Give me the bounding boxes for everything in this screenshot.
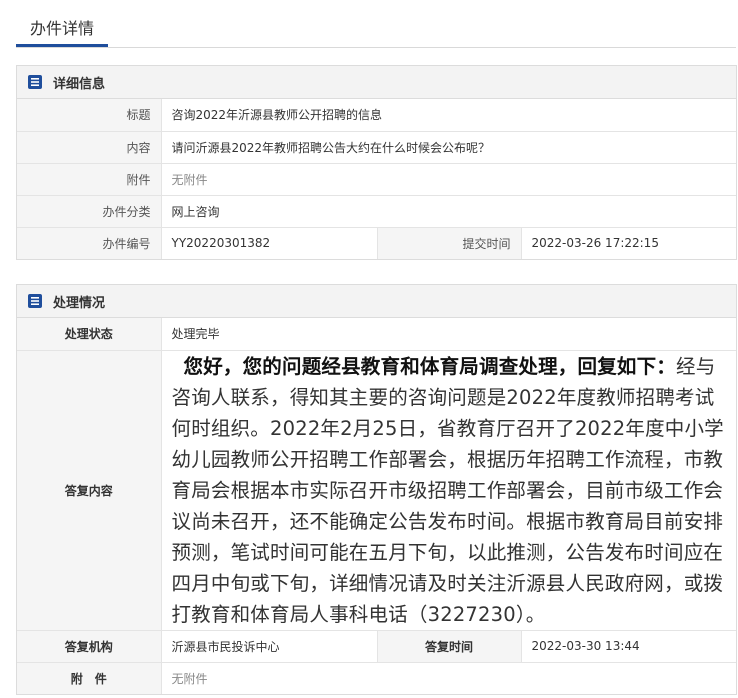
case-number-value: YY20220301382 — [161, 226, 378, 259]
submit-time-label: 提交时间 — [377, 226, 522, 259]
detail-table: 标题 咨询2022年沂源县教师公开招聘的信息 内容 请问沂源县2022年教师招聘… — [17, 99, 736, 259]
list-doc-icon — [27, 74, 43, 90]
status-label: 处理状态 — [17, 318, 162, 350]
reply-time-label: 答复时间 — [377, 629, 522, 662]
detail-heading: 详细信息 — [53, 76, 106, 92]
title-label: 标题 — [17, 99, 162, 131]
submit-time-value: 2022-03-26 17:22:15 — [521, 226, 736, 259]
list-doc-icon — [27, 293, 43, 309]
reply-lead: 您好，您的问题经县教育和体育局调查处理，回复如下： — [183, 354, 677, 378]
reply-time-value: 2022-03-30 13:44 — [521, 629, 736, 662]
table-row: 办件分类 网上咨询 — [17, 194, 736, 227]
title-value: 咨询2022年沂源县教师公开招聘的信息 — [171, 108, 383, 123]
content-value: 请问沂源县2022年教师招聘公告大约在什么时候会公布呢？ — [161, 130, 736, 163]
status-value: 处理完毕 — [171, 327, 220, 342]
reply-org-label: 答复机构 — [17, 629, 162, 662]
tab-case-detail[interactable]: 办件详情 — [16, 14, 109, 47]
table-row: 答复机构 沂源县市民投诉中心 答复时间 2022-03-30 13:44 — [17, 629, 736, 662]
reply-attachment-value: 无附件 — [161, 661, 736, 694]
tab-bar: 办件详情 — [16, 14, 736, 48]
content-label: 内容 — [17, 130, 162, 163]
table-row: 标题 咨询2022年沂源县教师公开招聘的信息 — [17, 99, 736, 131]
table-row: 附 件 无附件 — [17, 661, 736, 694]
reply-body: 经与咨询人联系，得知其主要的咨询问题是2022年度教师招聘考试何时组织。2022… — [171, 354, 724, 626]
handling-panel-header: 处理情况 — [17, 285, 736, 318]
table-row: 办件编号 YY20220301382 提交时间 2022-03-26 17:22… — [17, 226, 736, 259]
reply-content: 您好，您的问题经县教育和体育局调查处理，回复如下：经与咨询人联系，得知其主要的咨… — [161, 349, 736, 630]
table-row: 答复内容 您好，您的问题经县教育和体育局调查处理，回复如下：经与咨询人联系，得知… — [17, 349, 736, 630]
table-row: 处理状态 处理完毕 — [17, 318, 736, 350]
detail-panel: 详细信息 标题 咨询2022年沂源县教师公开招聘的信息 内容 请问沂源县2022… — [16, 65, 737, 260]
table-row: 附件 无附件 — [17, 162, 736, 195]
category-label: 办件分类 — [17, 194, 162, 227]
detail-panel-header: 详细信息 — [17, 66, 736, 99]
handling-panel: 处理情况 处理状态 处理完毕 答复内容 您好，您的问题经县教育和体育局调查处理，… — [16, 284, 737, 695]
category-value: 网上咨询 — [161, 194, 736, 227]
reply-label: 答复内容 — [17, 349, 162, 630]
case-number-label: 办件编号 — [17, 226, 162, 259]
table-row: 内容 请问沂源县2022年教师招聘公告大约在什么时候会公布呢？ — [17, 130, 736, 163]
reply-attachment-label: 附 件 — [17, 661, 162, 694]
handling-table: 处理状态 处理完毕 答复内容 您好，您的问题经县教育和体育局调查处理，回复如下：… — [17, 318, 736, 694]
attachment-value: 无附件 — [161, 162, 736, 195]
attachment-label: 附件 — [17, 162, 162, 195]
reply-org-value: 沂源县市民投诉中心 — [161, 629, 378, 662]
handling-heading: 处理情况 — [53, 295, 106, 311]
